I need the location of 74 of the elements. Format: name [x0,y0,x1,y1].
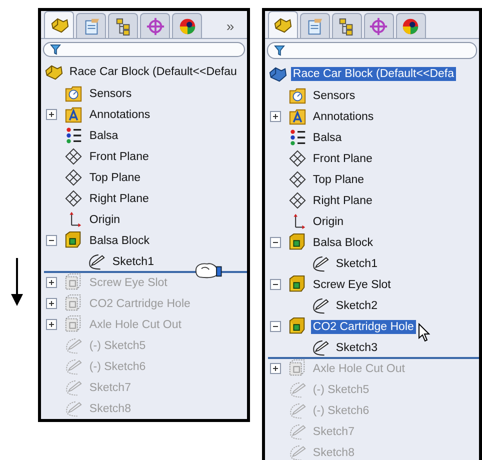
tree-item[interactable]: Sketch1 [110,254,156,268]
collapse-toggle[interactable] [270,321,281,332]
collapse-toggle[interactable] [270,237,281,248]
tree-item[interactable]: Origin [310,214,346,228]
annotation-folder-icon [288,107,307,126]
tree-item[interactable]: Top Plane [310,172,366,186]
tree-item[interactable]: Origin [87,212,122,226]
crosshair-icon [146,16,165,36]
tree-item[interactable]: Sketch1 [334,256,380,270]
part-block-icon [268,64,287,84]
filter-icon [274,45,285,56]
tree-item[interactable]: CO2 Cartridge Hole [310,320,416,334]
color-ball-icon [178,16,197,36]
more-tabs-button[interactable]: » [226,18,234,34]
expand-toggle[interactable] [270,111,281,122]
down-arrow-icon [11,258,24,306]
collapse-toggle[interactable] [46,235,58,246]
tree-item[interactable]: Sketch3 [334,340,380,354]
tree-root-item[interactable]: Race Car Block (Default<<Defa [290,67,456,81]
color-ball-icon [401,16,420,36]
expand-toggle[interactable] [46,319,58,330]
tree-item[interactable]: Annotations [87,108,152,122]
filter-field[interactable] [43,42,245,57]
tree-item[interactable]: Sensors [87,86,134,100]
tree-root-item[interactable]: Race Car Block (Default<<Defau [67,65,239,79]
sketch-icon [310,296,330,315]
filter-field[interactable] [266,42,477,59]
plane-icon [288,149,307,168]
tree-item[interactable]: Balsa Block [87,234,152,248]
material-list-icon [64,126,84,145]
feature-block-icon [288,233,307,252]
plane-icon [64,189,84,208]
tree-item[interactable]: Front Plane [87,150,151,164]
plane-icon [64,168,84,187]
tree-item[interactable]: Right Plane [310,194,374,208]
part-block-icon [273,16,292,34]
part-block-icon [44,62,64,82]
panel-tab[interactable] [268,11,298,38]
sketch-icon [87,252,106,271]
panel-tab[interactable] [44,11,74,38]
panel-tab[interactable] [108,13,138,38]
tree-item[interactable]: Annotations [310,110,376,124]
feature-block-icon [288,317,307,336]
expand-toggle[interactable] [270,363,281,374]
part-block-icon [50,16,69,34]
sketch-icon [310,254,330,273]
gauge-folder-icon [64,84,84,103]
tree-item[interactable]: Top Plane [87,170,143,184]
expand-toggle[interactable] [46,277,58,288]
plane-icon [288,191,307,210]
panel-tab[interactable] [332,13,362,38]
material-list-icon [288,128,307,147]
sketch-icon [310,338,330,357]
panel-tab[interactable] [396,13,426,38]
annotation-folder-icon [64,105,84,124]
tree-item[interactable]: Balsa [310,130,344,144]
tree-item[interactable]: Right Plane [87,192,151,206]
feature-block-icon [288,275,307,294]
tree-item[interactable]: Balsa [87,128,120,142]
crosshair-icon [369,16,388,36]
plane-icon [64,147,84,166]
filter-icon [50,44,62,55]
plane-icon [288,170,307,189]
collapse-toggle[interactable] [270,279,281,290]
expand-toggle[interactable] [46,298,58,309]
tree-item[interactable]: Sketch2 [334,298,380,312]
feature-block-icon [64,231,84,250]
panel-tab[interactable] [172,13,202,38]
gauge-folder-icon [288,86,307,105]
tree-item[interactable]: Sensors [310,88,358,102]
tree-item[interactable]: Balsa Block [310,236,375,250]
expand-toggle[interactable] [46,109,58,120]
tree-item[interactable]: Screw Eye Slot [310,278,393,292]
tree-item[interactable]: Front Plane [310,152,374,166]
